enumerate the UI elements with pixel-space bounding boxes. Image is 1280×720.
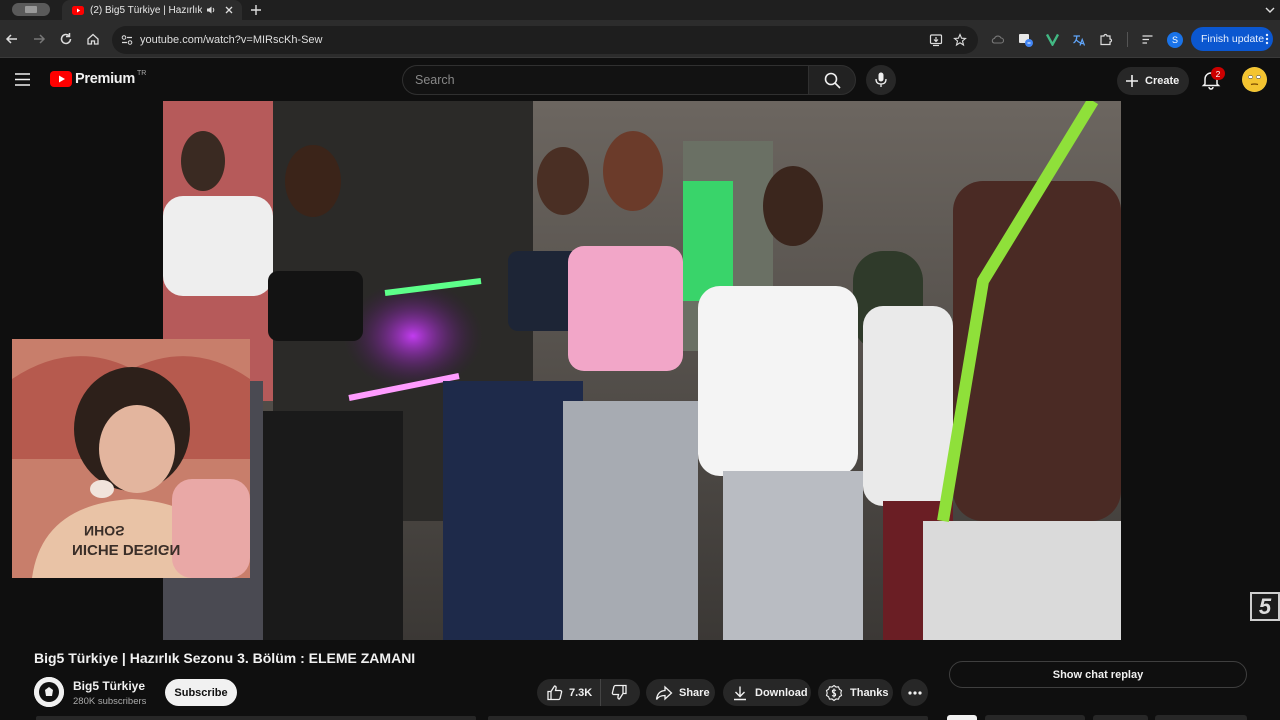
install-app-icon[interactable] [929, 33, 943, 47]
like-count: 7.3K [569, 686, 593, 699]
new-tab-icon[interactable] [250, 4, 262, 16]
voice-search-button[interactable] [866, 65, 896, 95]
youtube-premium-logo[interactable]: Premium TR [50, 69, 147, 87]
finish-update-button[interactable]: Finish update [1191, 27, 1273, 51]
tab-title: (2) Big5 Türkiye | Hazırlık [90, 4, 202, 16]
download-icon [734, 686, 746, 700]
extensions-puzzle-icon[interactable] [1099, 32, 1113, 46]
country-code: TR [136, 69, 147, 77]
vue-extension-icon[interactable] [1046, 33, 1059, 46]
shirt-text-line1: NHOS [84, 523, 125, 539]
search-button[interactable] [808, 65, 856, 95]
notification-badge: 2 [1211, 67, 1225, 80]
notifications-button[interactable]: 2 [1201, 67, 1225, 92]
tab-group-icon [25, 6, 37, 13]
like-dislike-group: 7.3K [537, 679, 640, 706]
thumbs-up-icon [547, 685, 563, 701]
browser-toolbar: youtube.com/watch?v=MIRscKh-Sew S Finish… [0, 20, 1280, 58]
subscriber-count: 280K subscribers [73, 696, 147, 707]
thumbs-down-icon [611, 684, 627, 700]
search-box [402, 65, 808, 95]
subscribe-button[interactable]: Subscribe [165, 679, 237, 706]
close-tab-icon[interactable] [224, 5, 234, 15]
translate-extension-icon[interactable] [1018, 32, 1034, 48]
more-horizontal-icon [907, 690, 922, 695]
video-player[interactable]: NHOS NICHE DESIGN 5 [0, 101, 1280, 640]
toolbar-divider [1127, 32, 1128, 47]
home-icon[interactable] [86, 32, 100, 46]
create-button[interactable]: Create [1117, 67, 1189, 95]
youtube-favicon-icon [72, 5, 84, 15]
share-arrow-icon [655, 685, 673, 700]
translate-a-extension-icon[interactable] [1072, 33, 1086, 47]
description-box-edge[interactable] [36, 716, 476, 720]
comment-box-edge[interactable] [488, 716, 928, 720]
download-label: Download [755, 686, 808, 699]
chip-all[interactable] [947, 715, 977, 720]
thanks-button[interactable]: Thanks [818, 679, 893, 706]
video-frame[interactable] [163, 101, 1121, 640]
profile-avatar[interactable]: S [1167, 32, 1183, 48]
reading-list-icon[interactable] [1141, 33, 1154, 46]
audio-playing-icon[interactable] [206, 5, 216, 15]
show-chat-replay-button[interactable]: Show chat replay [949, 661, 1247, 688]
channel-name[interactable]: Big5 Türkiye [73, 679, 145, 693]
create-label: Create [1145, 75, 1180, 87]
channel-logo-icon [34, 677, 64, 707]
video-scene-image [163, 101, 1121, 640]
microphone-icon [875, 72, 887, 87]
chip-recent[interactable] [1155, 715, 1247, 720]
youtube-logo-icon [50, 71, 72, 87]
reload-icon[interactable] [59, 32, 73, 46]
browser-tab-active[interactable]: (2) Big5 Türkiye | Hazırlık [62, 0, 242, 20]
webcam-overlay: NHOS NICHE DESIGN [12, 339, 250, 578]
plus-icon [1126, 75, 1138, 87]
tab-search-chevron-icon[interactable] [1264, 4, 1276, 16]
account-avatar[interactable] [1242, 67, 1267, 92]
thanks-dollar-icon [825, 684, 843, 701]
chip-related[interactable] [985, 715, 1085, 720]
share-button[interactable]: Share [646, 679, 715, 706]
url-text: youtube.com/watch?v=MIRscKh-Sew [140, 34, 323, 46]
back-arrow-icon[interactable] [5, 32, 19, 46]
extension-cloud-icon[interactable] [991, 33, 1004, 46]
site-info-icon[interactable] [121, 34, 133, 46]
bookmark-star-icon[interactable] [953, 33, 967, 47]
download-button[interactable]: Download [723, 679, 811, 706]
share-label: Share [679, 686, 710, 699]
channel-avatar[interactable] [34, 677, 64, 707]
thanks-label: Thanks [850, 686, 889, 699]
tab-group-chip[interactable] [12, 3, 50, 16]
chip-more[interactable] [1093, 715, 1148, 720]
emoji-face-icon [1242, 67, 1267, 92]
more-vertical-icon [1265, 33, 1269, 45]
shirt-text-line2: NICHE DESIGN [72, 541, 181, 558]
like-button[interactable]: 7.3K [537, 679, 601, 706]
search-icon [824, 72, 841, 89]
more-actions-button[interactable] [901, 679, 928, 706]
address-bar[interactable]: youtube.com/watch?v=MIRscKh-Sew [112, 26, 978, 54]
browser-tab-strip: (2) Big5 Türkiye | Hazırlık [0, 0, 1280, 20]
youtube-header: Premium TR Create 2 [0, 59, 1280, 101]
logo-text: Premium [75, 71, 135, 87]
hamburger-menu-icon[interactable] [15, 73, 30, 86]
video-title: Big5 Türkiye | Hazırlık Sezonu 3. Bölüm … [34, 650, 416, 666]
finish-update-label: Finish update [1201, 33, 1265, 45]
channel-watermark[interactable]: 5 [1250, 592, 1280, 621]
forward-arrow-icon[interactable] [32, 32, 46, 46]
search-input[interactable] [415, 66, 795, 94]
dislike-button[interactable] [601, 679, 628, 706]
